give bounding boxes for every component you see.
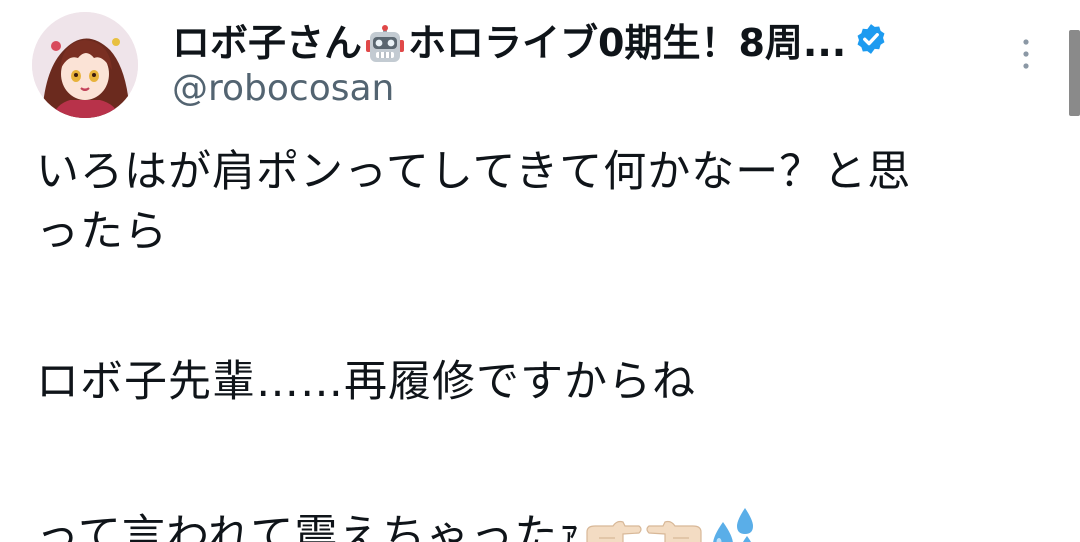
- tweet-line: ロボ子先輩……再履修ですからね: [36, 357, 696, 407]
- more-options-button[interactable]: [1012, 36, 1040, 76]
- display-name-prefix: ロボ子さん: [172, 20, 363, 65]
- tweet-line: ったら: [36, 207, 168, 257]
- author-name-row[interactable]: ロボ子さん ホロライブ0期生！8周...: [172, 12, 972, 67]
- avatar[interactable]: [32, 12, 138, 118]
- tweet-line: いろはが肩ポンってしてきて何かなー？と思: [36, 147, 912, 197]
- more-vertical-icon: [1023, 39, 1029, 69]
- tweet-text: いろはが肩ポンってしてきて何かなー？と思 ったら ロボ子先輩……再履修ですからね…: [36, 142, 1046, 542]
- author-handle[interactable]: @robocosan: [172, 68, 972, 109]
- author-display-name[interactable]: ロボ子さん ホロライブ0期生！8周...: [172, 12, 846, 67]
- tweet-last-line: って言われて震えちゃったｧ: [36, 502, 1046, 542]
- tweet-line: って言われて震えちゃったｧ: [36, 511, 581, 542]
- tweet-header: ロボ子さん ホロライブ0期生！8周... @robocosan: [172, 14, 972, 109]
- tweet-card: ロボ子さん ホロライブ0期生！8周... @robocosan いろはが肩ポンっ…: [0, 0, 1080, 542]
- verified-badge-icon: [857, 24, 885, 54]
- scrollbar-thumb[interactable]: [1069, 30, 1080, 116]
- sweat-droplets-icon: [713, 508, 753, 542]
- display-name-suffix: ホロライブ0期生！8周...: [408, 20, 847, 65]
- robot-face-icon: [366, 25, 405, 62]
- pointing-right-icon: [586, 520, 642, 542]
- anime-avatar-icon: [32, 12, 138, 118]
- pointing-left-icon: [646, 520, 702, 542]
